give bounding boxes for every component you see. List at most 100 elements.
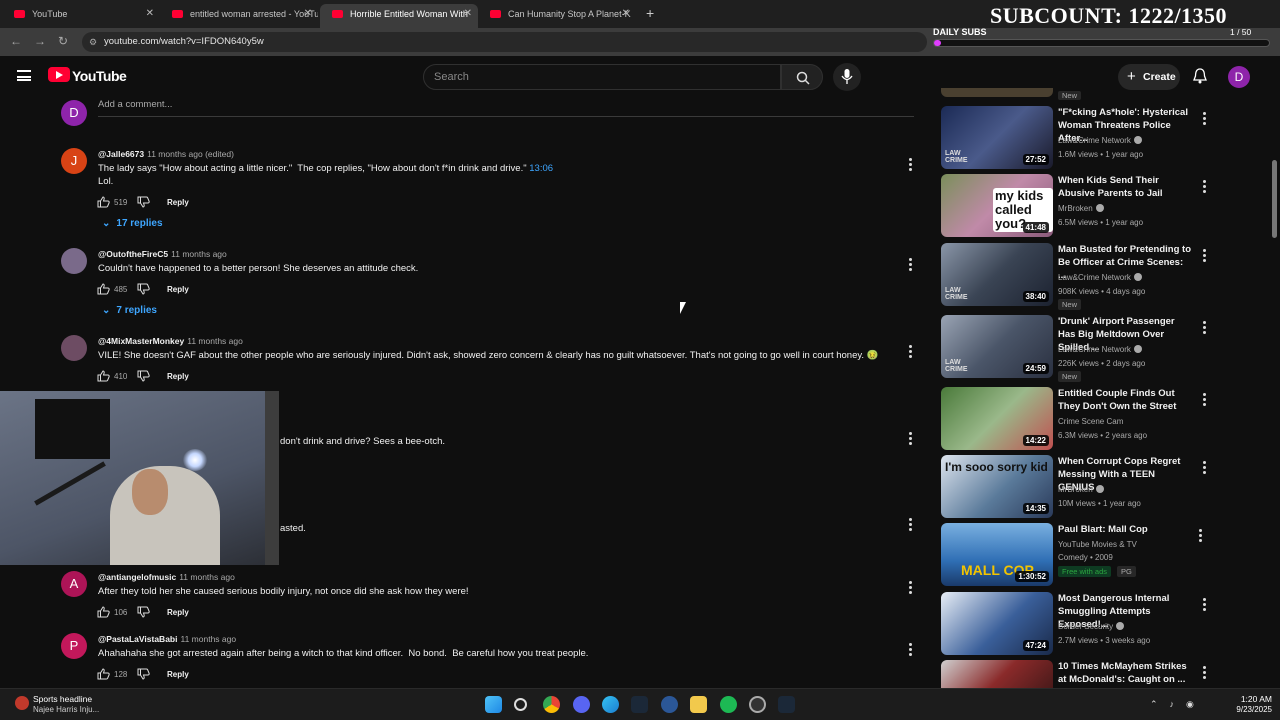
reply-button[interactable]: Reply	[167, 372, 189, 381]
thumbs-down-icon[interactable]	[137, 370, 150, 382]
thumbs-up-icon[interactable]	[97, 283, 110, 295]
video-thumbnail[interactable]	[941, 660, 1053, 688]
previous-video-thumbnail[interactable]	[941, 88, 1053, 97]
comment-time[interactable]: 11 months ago (edited)	[147, 149, 234, 159]
create-button[interactable]: + Create	[1118, 64, 1180, 90]
comment-avatar[interactable]: A	[61, 571, 87, 597]
comment-time[interactable]: 11 months ago	[171, 249, 227, 259]
edge-icon[interactable]	[602, 696, 619, 713]
video-channel[interactable]: Law&Crime Network	[1058, 345, 1142, 354]
new-tab-plus-icon[interactable]: +	[646, 5, 654, 21]
video-channel[interactable]: Border Security	[1058, 622, 1125, 631]
comment-author[interactable]: @antiangelofmusic	[98, 572, 176, 582]
windows-start-icon[interactable]	[485, 696, 502, 713]
video-title[interactable]: Entitled Couple Finds Out They Don't Own…	[1058, 387, 1193, 413]
news-subtitle[interactable]: Najee Harris Inju...	[33, 705, 99, 714]
video-more-icon[interactable]	[1203, 247, 1207, 264]
chrome-icon[interactable]	[543, 696, 560, 713]
thumbs-down-icon[interactable]	[137, 196, 150, 208]
reply-button[interactable]: Reply	[167, 198, 189, 207]
youtube-logo-icon[interactable]	[48, 67, 70, 82]
video-channel[interactable]: Crime Scene Cam	[1058, 417, 1123, 426]
comment-more-icon[interactable]	[909, 579, 913, 596]
news-headline[interactable]: Sports headline	[33, 694, 92, 704]
video-thumbnail[interactable]: LAW CRIME 24:59	[941, 315, 1053, 378]
menu-icon[interactable]	[17, 70, 31, 81]
site-info-icon[interactable]: ⚙	[89, 32, 97, 52]
comment-more-icon[interactable]	[909, 343, 913, 360]
steam-icon-2[interactable]	[778, 696, 795, 713]
close-tab-icon[interactable]: ✕	[304, 4, 312, 24]
video-more-icon[interactable]	[1203, 459, 1207, 476]
related-video[interactable]: MALL COP 1:30:52 Paul Blart: Mall Cop You…	[941, 523, 1211, 587]
video-more-icon[interactable]	[1203, 110, 1207, 127]
reply-button[interactable]: Reply	[167, 608, 189, 617]
close-tab-icon[interactable]: ✕	[622, 4, 630, 24]
clock-date[interactable]: 9/23/2025	[1227, 705, 1272, 714]
thumbs-up-icon[interactable]	[97, 196, 110, 208]
video-title[interactable]: When Kids Send Their Abusive Parents to …	[1058, 174, 1193, 200]
back-arrow-icon[interactable]: ←	[10, 34, 22, 48]
tab-current-video[interactable]: Horrible Entitled Woman With ✕	[320, 4, 478, 28]
comment-time[interactable]: 11 months ago	[180, 634, 236, 644]
comment-more-icon[interactable]	[909, 256, 913, 273]
reload-icon[interactable]: ↻	[58, 34, 68, 48]
add-comment-input[interactable]: Add a comment...	[98, 99, 172, 110]
discord-icon[interactable]	[573, 696, 590, 713]
video-title[interactable]: 10 Times McMayhem Strikes at McDonald's:…	[1058, 660, 1193, 686]
tab-search-results[interactable]: entitled woman arrested - YouTube ✕	[160, 4, 318, 28]
app-icon[interactable]	[661, 696, 678, 713]
related-video[interactable]: 10 Times McMayhem Strikes at McDonald's:…	[941, 660, 1211, 688]
spotify-icon[interactable]	[720, 696, 737, 713]
comment-more-icon[interactable]	[909, 430, 913, 447]
video-channel[interactable]: YouTube Movies & TV	[1058, 540, 1137, 549]
video-thumbnail[interactable]: 47:24	[941, 592, 1053, 655]
youtube-logo-text[interactable]: YouTube	[72, 68, 127, 84]
file-explorer-icon[interactable]	[690, 696, 707, 713]
thumbs-down-icon[interactable]	[137, 283, 150, 295]
comment-avatar[interactable]	[61, 248, 87, 274]
related-video[interactable]: LAW CRIME 24:59 'Drunk' Airport Passenger …	[941, 315, 1211, 382]
search-taskbar-icon[interactable]	[514, 698, 527, 711]
view-replies-button[interactable]: ⌄ 17 replies	[102, 218, 163, 229]
account-avatar[interactable]: D	[1228, 66, 1250, 88]
video-channel[interactable]: Law&Crime Network	[1058, 273, 1142, 282]
thumbs-up-icon[interactable]	[97, 370, 110, 382]
related-video[interactable]: I'm sooo sorry kid 14:35 When Corrupt Cop…	[941, 455, 1211, 519]
url-input[interactable]: ⚙ youtube.com/watch?v=IFDON640y5w	[82, 32, 927, 52]
thumbs-up-icon[interactable]	[97, 606, 110, 618]
comment-time[interactable]: 11 months ago	[187, 336, 243, 346]
page-scrollbar[interactable]	[1270, 60, 1280, 690]
video-thumbnail[interactable]: I'm sooo sorry kid 14:35	[941, 455, 1053, 518]
comment-avatar[interactable]: P	[61, 633, 87, 659]
thumbs-down-icon[interactable]	[137, 606, 150, 618]
video-thumbnail[interactable]: MALL COP 1:30:52	[941, 523, 1053, 586]
steam-icon[interactable]	[631, 696, 648, 713]
related-video[interactable]: 47:24 Most Dangerous Internal Smuggling …	[941, 592, 1211, 656]
video-thumbnail[interactable]: LAW CRIME 27:52	[941, 106, 1053, 169]
reply-button[interactable]: Reply	[167, 285, 189, 294]
video-more-icon[interactable]	[1203, 596, 1207, 613]
comment-more-icon[interactable]	[909, 516, 913, 533]
thumbs-up-icon[interactable]	[97, 668, 110, 680]
comment-avatar[interactable]	[61, 335, 87, 361]
video-more-icon[interactable]	[1203, 664, 1207, 681]
thumbs-down-icon[interactable]	[137, 668, 150, 680]
comment-author[interactable]: @OutoftheFireC5	[98, 249, 168, 259]
video-more-icon[interactable]	[1203, 319, 1207, 336]
video-channel[interactable]: MrBroken	[1058, 204, 1104, 213]
search-input[interactable]: Search	[423, 64, 781, 90]
comment-author[interactable]: @4MixMasterMonkey	[98, 336, 184, 346]
notifications-bell-icon[interactable]	[1193, 68, 1207, 84]
video-channel[interactable]: MrBroken	[1058, 485, 1104, 494]
video-more-icon[interactable]	[1199, 527, 1203, 544]
obs-icon[interactable]	[749, 696, 766, 713]
tab-planet-video[interactable]: Can Humanity Stop A Planet-K ✕	[478, 4, 636, 28]
comment-author[interactable]: @PastaLaVistaBabi	[98, 634, 177, 644]
close-tab-icon[interactable]: ✕	[464, 4, 472, 24]
comment-more-icon[interactable]	[909, 156, 913, 173]
scrollbar-thumb[interactable]	[1272, 160, 1277, 238]
voice-search-button[interactable]	[833, 63, 861, 91]
close-tab-icon[interactable]: ✕	[146, 4, 154, 24]
news-widget-icon[interactable]	[15, 696, 29, 710]
